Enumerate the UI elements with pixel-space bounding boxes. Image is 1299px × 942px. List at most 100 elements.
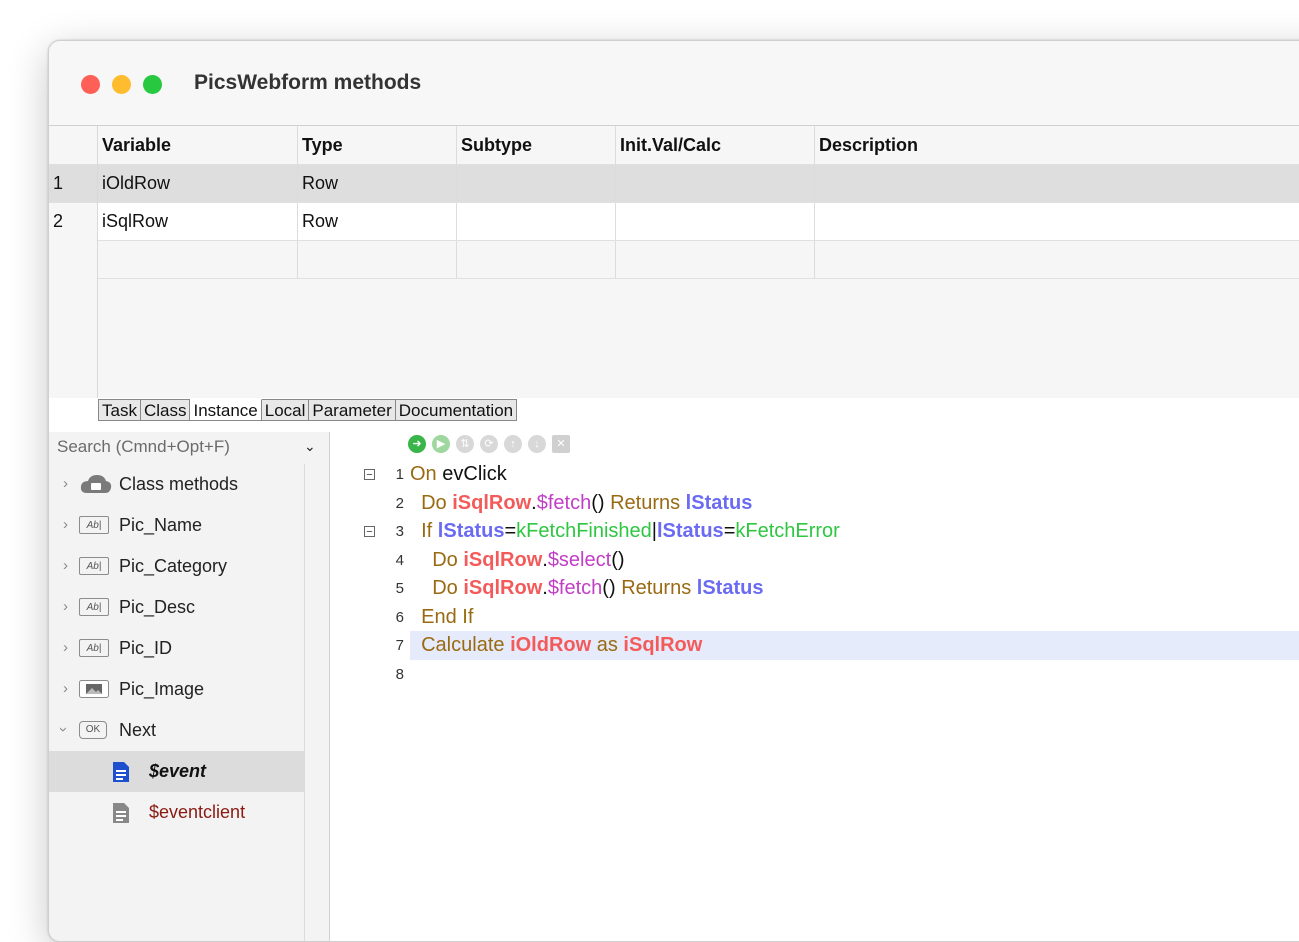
cell-variable[interactable]: iSqlRow [98, 203, 298, 240]
chevron-down-icon[interactable]: › [55, 727, 72, 732]
code-line[interactable]: Do iSqlRow.$fetch() Returns lStatus [410, 574, 1299, 603]
close-window-button[interactable] [81, 75, 100, 94]
tab-task[interactable]: Task [98, 399, 141, 421]
tree-scrollbar[interactable] [304, 464, 329, 941]
code-token: () [602, 577, 622, 599]
table-row[interactable]: iSqlRow Row [98, 202, 1299, 240]
code-line[interactable]: If lStatus=kFetchFinished|lStatus=kFetch… [410, 517, 1299, 546]
code-line[interactable]: Do iSqlRow.$fetch() Returns lStatus [410, 489, 1299, 518]
tree-item-pic-id[interactable]: › Ab| Pic_ID [49, 628, 305, 669]
code-line[interactable]: End If [410, 603, 1299, 632]
tree-item-label: $eventclient [149, 802, 246, 822]
minimize-window-button[interactable] [112, 75, 131, 94]
tree-item-next[interactable]: › OK Next [49, 710, 305, 751]
tree-item-pic-name[interactable]: › Ab| Pic_Name [49, 505, 305, 546]
tree-item-pic-image[interactable]: › Pic_Image [49, 669, 305, 710]
code-token: $fetch [536, 491, 592, 514]
tab-class[interactable]: Class [140, 399, 191, 421]
code-line[interactable]: On evClick [410, 460, 1299, 489]
code-token: iSqlRow [623, 634, 703, 656]
header-type[interactable]: Type [298, 126, 457, 164]
code-line[interactable]: Do iSqlRow.$select() [410, 546, 1299, 575]
step-up-icon[interactable]: ↑ [504, 435, 522, 453]
field-icon-text: Ab| [79, 516, 109, 534]
tree-item-label: Pic_Category [119, 556, 228, 576]
tab-instance[interactable]: Instance [190, 399, 262, 421]
cell-description[interactable] [815, 203, 1299, 240]
code-line[interactable] [410, 660, 1299, 689]
tree-item-label: Pic_ID [119, 638, 173, 658]
tab-documentation[interactable]: Documentation [395, 399, 518, 421]
chevron-right-icon[interactable]: › [63, 557, 68, 574]
cell-subtype[interactable] [457, 203, 616, 240]
cell-init-val[interactable] [616, 203, 815, 240]
cell-init-val[interactable] [616, 165, 815, 202]
tree-item-class-methods[interactable]: › Class methods [49, 464, 305, 505]
chevron-right-icon[interactable]: › [63, 680, 68, 697]
line-number: 4 [395, 551, 404, 569]
line-gutter: 1 − 2 3 − 4 5 6 7 8 [330, 460, 410, 941]
document-icon [111, 802, 131, 829]
cell-description[interactable] [815, 165, 1299, 202]
maximize-window-button[interactable] [143, 75, 162, 94]
step-over-icon[interactable]: ⇅ [456, 435, 474, 453]
line-number: 7 [395, 637, 404, 654]
stop-icon[interactable]: ✕ [552, 435, 570, 453]
row-number-cell[interactable]: 2 [49, 202, 97, 240]
code-token: If [410, 520, 438, 542]
step-into-icon[interactable]: ➜ [408, 435, 426, 453]
tree-item-eventclient[interactable]: $eventclient [49, 792, 305, 833]
tree-item-pic-category[interactable]: › Ab| Pic_Category [49, 546, 305, 587]
code-editor[interactable]: ➜ ▶ ⇅ ⟳ ↑ ↓ ✕ 1 − 2 3 − 4 5 6 7 8 On evClick Do i… [330, 432, 1299, 941]
cell-variable[interactable]: iOldRow [98, 165, 298, 202]
cell-empty[interactable] [616, 241, 815, 278]
field-icon: Ab| [79, 516, 109, 534]
ok-icon-text: OK [79, 721, 107, 739]
collapse-icon[interactable]: − [364, 526, 375, 538]
header-subtype[interactable]: Subtype [457, 126, 616, 164]
cell-subtype[interactable] [457, 165, 616, 202]
tree-item-pic-desc[interactable]: › Ab| Pic_Desc [49, 587, 305, 628]
cell-type[interactable]: Row [298, 165, 457, 202]
collapse-icon[interactable]: − [364, 469, 375, 481]
code-token: as [591, 634, 624, 656]
cell-type[interactable]: Row [298, 203, 457, 240]
search-input[interactable]: Search (Cmnd+Opt+F) [57, 437, 230, 457]
tab-parameter[interactable]: Parameter [309, 399, 396, 421]
title-bar: PicsWebform methods [49, 41, 1299, 126]
tree-item-event[interactable]: $event [49, 751, 305, 792]
cloud-folder-icon [79, 473, 113, 500]
chevron-down-icon[interactable]: ⌄ [304, 438, 316, 455]
method-tree-panel: Search (Cmnd+Opt+F) ⌄ › Class methods › … [49, 432, 330, 941]
picture-field-icon [79, 680, 109, 703]
code-token: Do [410, 548, 464, 571]
header-init-val[interactable]: Init.Val/Calc [616, 126, 815, 164]
grid-divider [98, 278, 1299, 279]
chevron-right-icon[interactable]: › [63, 598, 68, 615]
field-icon: Ab| [79, 598, 109, 616]
chevron-right-icon[interactable]: › [63, 516, 68, 533]
cell-empty[interactable] [298, 241, 457, 278]
table-row[interactable]: iOldRow Row [98, 164, 1299, 202]
header-description[interactable]: Description [815, 126, 1299, 164]
variable-grid: 1 2 Variable Type Subtype Init.Val/Calc … [49, 126, 1299, 398]
variable-scope-tabs: Task Class Instance Local Parameter Docu… [98, 399, 518, 421]
row-number-cell[interactable]: 1 [49, 164, 97, 202]
chevron-right-icon[interactable]: › [63, 639, 68, 656]
loop-icon[interactable]: ⟳ [480, 435, 498, 453]
code-token: iSqlRow [452, 491, 532, 514]
line-number: 5 [395, 580, 404, 597]
step-down-icon[interactable]: ↓ [528, 435, 546, 453]
tab-local[interactable]: Local [261, 399, 310, 421]
code-line[interactable]: Calculate iOldRow as iSqlRow [410, 631, 1299, 660]
cell-empty[interactable] [457, 241, 616, 278]
play-icon[interactable]: ▶ [432, 435, 450, 453]
chevron-right-icon[interactable]: › [63, 475, 68, 492]
code-token: Do [410, 491, 453, 514]
document-icon [111, 761, 131, 788]
header-variable[interactable]: Variable [98, 126, 298, 164]
tree-item-label: $event [149, 761, 207, 781]
table-row-empty[interactable] [98, 240, 1299, 278]
cell-empty[interactable] [815, 241, 1299, 278]
cell-empty[interactable] [98, 241, 298, 278]
